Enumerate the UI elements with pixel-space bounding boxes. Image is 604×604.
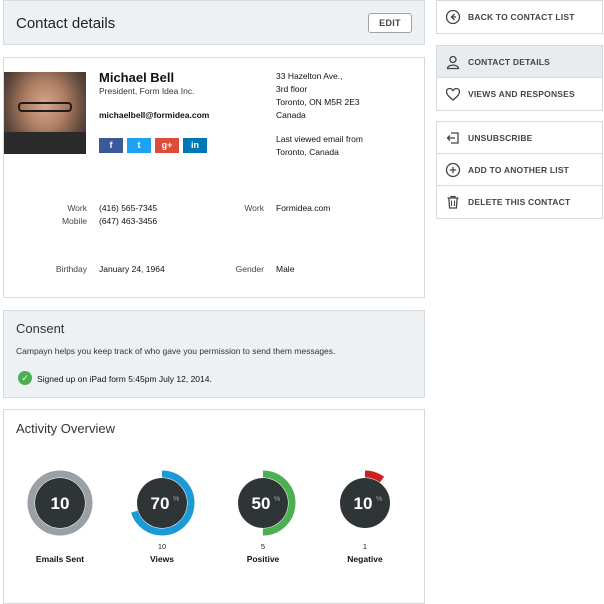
stat-label: Positive <box>246 554 280 564</box>
consent-panel: Consent Campayn helps you keep track of … <box>3 310 425 398</box>
avatar-glasses <box>18 102 72 112</box>
phone-work-value: (416) 565-7345 <box>99 203 158 213</box>
trash-icon <box>447 195 459 209</box>
consent-signed-up: Signed up on iPad form 5:45pm July 12, 2… <box>37 374 212 384</box>
stat-ring-views: 70% <box>129 470 195 536</box>
phone-mobile-label: Mobile <box>61 216 87 226</box>
contact-email[interactable]: michaelbell@formidea.com <box>99 110 209 120</box>
contact-details-header: Contact details EDIT <box>3 0 425 45</box>
stat-count: 10 <box>157 542 167 551</box>
stat-value: 50 <box>252 494 271 513</box>
check-icon: ✓ <box>18 371 32 385</box>
stat-label: Negative <box>347 554 383 564</box>
contact-details-card: Michael Bell President, Form Idea Inc. m… <box>3 57 425 298</box>
activity-title: Activity Overview <box>16 421 115 436</box>
stat-ring-negative: 10% <box>332 470 398 536</box>
contact-details-title: Contact details <box>16 15 116 32</box>
stat-unit: % <box>173 496 179 503</box>
sidebar-item-label: VIEWS AND RESPONSES <box>468 89 575 99</box>
sidebar-item-label: CONTACT DETAILS <box>468 57 551 67</box>
phone-work-label: Work <box>67 203 87 213</box>
address-line-4: Canada <box>276 110 306 120</box>
birthday-value: January 24, 1964 <box>99 264 165 274</box>
delete-this-contact-button[interactable]: DELETE THIS CONTACT <box>437 186 602 218</box>
address-line-1: 33 Hazelton Ave., <box>276 71 343 81</box>
arrow-left-circle-icon <box>445 9 461 25</box>
stat-label: Views <box>150 554 174 564</box>
sidebar-nav-group: CONTACT DETAILS VIEWS AND RESPONSES <box>436 45 603 111</box>
back-to-contact-list-label: BACK TO CONTACT LIST <box>468 12 575 22</box>
unsubscribe-button[interactable]: UNSUBSCRIBE <box>437 122 602 154</box>
avatar <box>4 72 86 154</box>
stat-value: 10 <box>354 494 373 513</box>
contact-name: Michael Bell <box>99 70 175 85</box>
stat-ring-positive: 50% <box>230 470 296 536</box>
stat-label: Emails Sent <box>35 554 85 564</box>
delete-this-contact-label: DELETE THIS CONTACT <box>468 197 571 207</box>
linkedin-icon[interactable]: in <box>183 138 207 153</box>
twitter-icon[interactable]: t <box>127 138 151 153</box>
plus-circle-icon <box>445 162 461 178</box>
avatar-shirt <box>4 132 86 154</box>
stat-ring-emails-sent: 10 <box>27 470 93 536</box>
add-to-another-list-label: ADD TO ANOTHER LIST <box>468 165 570 175</box>
last-viewed-label: Last viewed email from <box>276 134 363 144</box>
user-icon <box>446 55 460 70</box>
website-label: Work <box>244 203 264 213</box>
gender-label: Gender <box>235 264 264 274</box>
address-line-3: Toronto, ON M5R 2E3 <box>276 97 360 107</box>
stat-value: 70 <box>151 494 170 513</box>
address-line-2: 3rd floor <box>276 84 308 94</box>
website-value[interactable]: Formidea.com <box>276 203 330 213</box>
add-to-another-list-button[interactable]: ADD TO ANOTHER LIST <box>437 154 602 186</box>
sidebar-actions-group: UNSUBSCRIBE ADD TO ANOTHER LIST DELETE T… <box>436 121 603 219</box>
sidebar-item-contact-details[interactable]: CONTACT DETAILS <box>437 46 602 78</box>
activity-overview-panel: Activity Overview 10 Emails Sent 70% 10 View… <box>3 409 425 604</box>
stat-unit: % <box>376 496 382 503</box>
unsubscribe-icon <box>446 132 459 144</box>
facebook-icon[interactable]: f <box>99 138 123 153</box>
google-plus-icon[interactable]: g+ <box>155 138 179 153</box>
sidebar-back-group: BACK TO CONTACT LIST <box>436 0 603 34</box>
stat-value: 10 <box>51 494 70 513</box>
unsubscribe-label: UNSUBSCRIBE <box>468 133 533 143</box>
gender-value: Male <box>276 264 295 274</box>
stat-count: 1 <box>362 542 368 551</box>
heart-icon <box>445 87 461 101</box>
contact-job-title: President, Form Idea Inc. <box>99 86 195 96</box>
last-viewed-location: Toronto, Canada <box>276 147 339 157</box>
birthday-label: Birthday <box>55 264 87 274</box>
back-to-contact-list-button[interactable]: BACK TO CONTACT LIST <box>437 1 602 33</box>
consent-title: Consent <box>16 321 65 336</box>
stat-unit: % <box>274 496 280 503</box>
consent-description: Campayn helps you keep track of who gave… <box>16 346 336 356</box>
sidebar-item-views-and-responses[interactable]: VIEWS AND RESPONSES <box>437 78 602 110</box>
edit-button[interactable]: EDIT <box>368 13 412 33</box>
phone-mobile-value: (647) 463-3456 <box>99 216 158 226</box>
stat-count: 5 <box>260 542 266 551</box>
